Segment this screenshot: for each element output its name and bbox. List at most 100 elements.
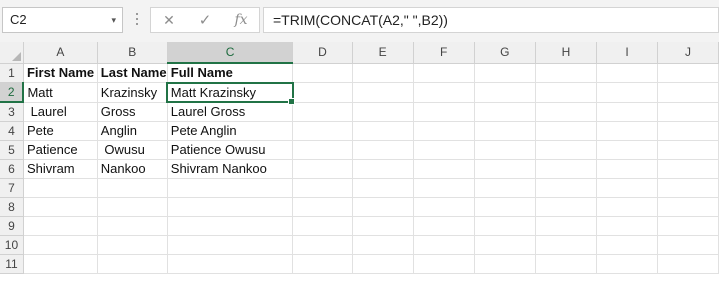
cell-i10[interactable] xyxy=(596,235,658,255)
cell-b1[interactable]: Last Name xyxy=(97,63,168,83)
cell-b6[interactable]: Nankoo xyxy=(97,159,168,179)
cell-b7[interactable] xyxy=(97,178,168,198)
cell-d1[interactable] xyxy=(292,63,353,83)
cell-a1[interactable]: First Name xyxy=(23,63,98,83)
cell-i2[interactable] xyxy=(596,82,658,103)
cell-e2[interactable] xyxy=(352,82,414,103)
cell-f3[interactable] xyxy=(413,102,475,122)
cell-i5[interactable] xyxy=(596,140,658,160)
cell-h4[interactable] xyxy=(535,121,598,141)
row-header-6[interactable]: 6 xyxy=(0,159,24,179)
cell-e3[interactable] xyxy=(352,102,414,122)
cell-a2[interactable]: Matt xyxy=(23,82,98,103)
cell-c10[interactable] xyxy=(167,235,294,255)
cell-b4[interactable]: Anglin xyxy=(97,121,168,141)
cell-i4[interactable] xyxy=(596,121,658,141)
cell-f8[interactable] xyxy=(413,197,475,217)
cell-h5[interactable] xyxy=(535,140,598,160)
row-header-8[interactable]: 8 xyxy=(0,197,24,217)
row-header-2[interactable]: 2 xyxy=(0,82,25,103)
row-header-9[interactable]: 9 xyxy=(0,216,24,236)
cell-d11[interactable] xyxy=(292,254,353,274)
row-header-7[interactable]: 7 xyxy=(0,178,24,198)
cell-c2[interactable]: Matt Krazinsky xyxy=(166,81,295,104)
cell-g3[interactable] xyxy=(474,102,536,122)
cell-e10[interactable] xyxy=(352,235,414,255)
cell-j1[interactable] xyxy=(657,63,719,83)
cell-g7[interactable] xyxy=(474,178,536,198)
cell-f7[interactable] xyxy=(413,178,475,198)
cell-i3[interactable] xyxy=(596,102,658,122)
cell-g6[interactable] xyxy=(474,159,536,179)
cell-e5[interactable] xyxy=(352,140,414,160)
cell-d2[interactable] xyxy=(292,82,353,103)
row-header-3[interactable]: 3 xyxy=(0,102,24,122)
cell-d8[interactable] xyxy=(292,197,353,217)
cell-b11[interactable] xyxy=(97,254,168,274)
column-header-c[interactable]: C xyxy=(167,42,294,64)
cell-d5[interactable] xyxy=(292,140,353,160)
name-box[interactable]: C2 ▾ xyxy=(2,7,123,33)
column-header-h[interactable]: H xyxy=(535,42,598,64)
cell-a11[interactable] xyxy=(23,254,98,274)
cell-i6[interactable] xyxy=(596,159,658,179)
cell-e7[interactable] xyxy=(352,178,414,198)
cell-a3[interactable]: Laurel xyxy=(23,102,98,122)
formula-input[interactable]: =TRIM(CONCAT(A2," ",B2)) xyxy=(263,7,719,33)
cell-b2[interactable]: Krazinsky xyxy=(97,82,168,103)
cell-e8[interactable] xyxy=(352,197,414,217)
cell-d3[interactable] xyxy=(292,102,353,122)
cell-e9[interactable] xyxy=(352,216,414,236)
drag-handle-icon[interactable] xyxy=(136,13,139,27)
cell-d4[interactable] xyxy=(292,121,353,141)
cell-f1[interactable] xyxy=(413,63,475,83)
column-header-a[interactable]: A xyxy=(23,42,98,64)
cell-i7[interactable] xyxy=(596,178,658,198)
cell-g11[interactable] xyxy=(474,254,536,274)
column-header-j[interactable]: J xyxy=(657,42,719,64)
cell-b8[interactable] xyxy=(97,197,168,217)
cell-j6[interactable] xyxy=(657,159,719,179)
cell-a6[interactable]: Shivram xyxy=(23,159,98,179)
cell-h3[interactable] xyxy=(535,102,598,122)
cell-i11[interactable] xyxy=(596,254,658,274)
column-header-i[interactable]: I xyxy=(596,42,658,64)
cell-e11[interactable] xyxy=(352,254,414,274)
cell-d10[interactable] xyxy=(292,235,353,255)
cell-g2[interactable] xyxy=(474,82,536,103)
cell-h2[interactable] xyxy=(535,82,598,103)
column-header-f[interactable]: F xyxy=(413,42,475,64)
cell-a4[interactable]: Pete xyxy=(23,121,98,141)
cell-j4[interactable] xyxy=(657,121,719,141)
cell-c6[interactable]: Shivram Nankoo xyxy=(167,159,294,179)
cell-h9[interactable] xyxy=(535,216,598,236)
enter-icon[interactable]: ✓ xyxy=(187,11,223,29)
cell-f4[interactable] xyxy=(413,121,475,141)
cell-e4[interactable] xyxy=(352,121,414,141)
cell-i1[interactable] xyxy=(596,63,658,83)
cell-c1[interactable]: Full Name xyxy=(167,63,294,83)
cell-c3[interactable]: Laurel Gross xyxy=(167,102,294,122)
row-header-4[interactable]: 4 xyxy=(0,121,24,141)
row-header-11[interactable]: 11 xyxy=(0,254,24,274)
cell-f11[interactable] xyxy=(413,254,475,274)
cell-d7[interactable] xyxy=(292,178,353,198)
cell-b5[interactable]: Owusu xyxy=(97,140,168,160)
cell-h6[interactable] xyxy=(535,159,598,179)
cell-e1[interactable] xyxy=(352,63,414,83)
cell-g5[interactable] xyxy=(474,140,536,160)
cell-i8[interactable] xyxy=(596,197,658,217)
cancel-icon[interactable]: ✕ xyxy=(151,12,187,29)
cell-b9[interactable] xyxy=(97,216,168,236)
chevron-down-icon[interactable]: ▾ xyxy=(111,8,116,32)
cell-j8[interactable] xyxy=(657,197,719,217)
cell-a5[interactable]: Patience xyxy=(23,140,98,160)
cell-j10[interactable] xyxy=(657,235,719,255)
cell-c9[interactable] xyxy=(167,216,294,236)
cell-f9[interactable] xyxy=(413,216,475,236)
cell-g8[interactable] xyxy=(474,197,536,217)
cell-j2[interactable] xyxy=(657,82,719,103)
cell-g10[interactable] xyxy=(474,235,536,255)
cell-h10[interactable] xyxy=(535,235,598,255)
cell-c5[interactable]: Patience Owusu xyxy=(167,140,294,160)
